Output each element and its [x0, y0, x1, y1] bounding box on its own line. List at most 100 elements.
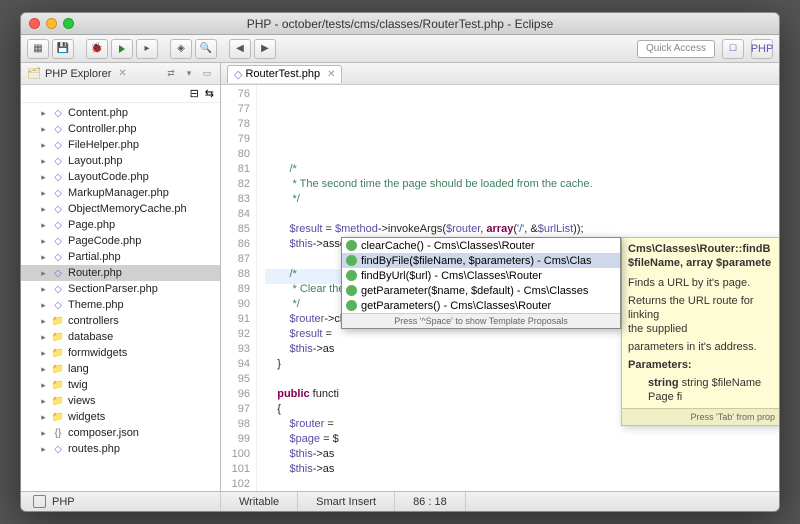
tree-arrow-icon[interactable]: ▸ — [39, 444, 48, 455]
quick-access-field[interactable]: Quick Access — [637, 40, 715, 58]
collapse-all-icon[interactable]: ⊟ — [190, 87, 199, 100]
tree-arrow-icon[interactable]: ▸ — [39, 396, 48, 407]
code-line[interactable]: $this->as — [265, 447, 779, 462]
tree-arrow-icon[interactable]: ▸ — [39, 300, 48, 311]
completion-item[interactable]: findByFile($fileName, $parameters) - Cms… — [342, 253, 620, 268]
tree-item-label: composer.json — [68, 427, 139, 439]
tree-arrow-icon[interactable]: ▸ — [39, 204, 48, 215]
completion-item[interactable]: findByUrl($url) - Cms\Classes\Router — [342, 268, 620, 283]
code-line[interactable]: $this->as — [265, 462, 779, 477]
php-explorer-view: 🗂 PHP Explorer ✕ ⇄ ▾ ▭ ⊟ ⇆ ▸◇Content.php… — [21, 63, 221, 491]
new-button[interactable]: ▦ — [27, 39, 49, 59]
tree-arrow-icon[interactable]: ▸ — [39, 284, 48, 295]
tree-arrow-icon[interactable]: ▸ — [39, 380, 48, 391]
tree-item-twig[interactable]: ▸📁twig — [21, 377, 220, 393]
tree-item-objectmemorycache-ph[interactable]: ▸◇ObjectMemoryCache.ph — [21, 201, 220, 217]
tree-item-theme-php[interactable]: ▸◇Theme.php — [21, 297, 220, 313]
link-editor-icon[interactable]: ⇄ — [164, 67, 178, 81]
php-file-icon: ◇ — [51, 171, 65, 183]
tree-arrow-icon[interactable]: ▸ — [39, 220, 48, 231]
tree-item-content-php[interactable]: ▸◇Content.php — [21, 105, 220, 121]
completion-item[interactable]: getParameters() - Cms\Classes\Router — [342, 298, 620, 313]
php-explorer-tab[interactable]: 🗂 PHP Explorer ✕ ⇄ ▾ ▭ — [21, 63, 220, 85]
code-line[interactable] — [265, 477, 779, 491]
tree-item-database[interactable]: ▸📁database — [21, 329, 220, 345]
folder-icon: 📁 — [51, 363, 65, 375]
titlebar[interactable]: PHP - october/tests/cms/classes/RouterTe… — [21, 13, 779, 35]
tree-arrow-icon[interactable]: ▸ — [39, 316, 48, 327]
tree-item-views[interactable]: ▸📁views — [21, 393, 220, 409]
tree-arrow-icon[interactable]: ▸ — [39, 268, 48, 279]
content-assist-popup[interactable]: clearCache() - Cms\Classes\RouterfindByF… — [341, 237, 621, 329]
code-line[interactable]: */ — [265, 192, 779, 207]
tree-item-formwidgets[interactable]: ▸📁formwidgets — [21, 345, 220, 361]
eclipse-window: PHP - october/tests/cms/classes/RouterTe… — [20, 12, 780, 512]
tree-arrow-icon[interactable]: ▸ — [39, 252, 48, 263]
minimize-icon[interactable] — [46, 18, 57, 29]
close-icon[interactable] — [29, 18, 40, 29]
new-class-button[interactable]: ◈ — [170, 39, 192, 59]
tree-arrow-icon[interactable]: ▸ — [39, 108, 48, 119]
method-icon — [346, 300, 357, 311]
code-line[interactable]: * The second time the page should be loa… — [265, 177, 779, 192]
status-perspective[interactable]: PHP — [21, 492, 221, 511]
editor-tab-routertest[interactable]: ◇ RouterTest.php ✕ — [227, 65, 342, 83]
code-editor[interactable]: 76 77 78 79 80 81 82 83 84 85 86 87 88 8… — [221, 85, 779, 491]
tree-item-label: Controller.php — [68, 123, 137, 135]
nav-back-button[interactable]: ◀ — [229, 39, 251, 59]
php-perspective-button[interactable]: PHP — [751, 39, 773, 59]
code-line[interactable]: $page = $ — [265, 432, 779, 447]
tree-item-label: Page.php — [68, 219, 115, 231]
tree-item-sectionparser-php[interactable]: ▸◇SectionParser.php — [21, 281, 220, 297]
tree-item-markupmanager-php[interactable]: ▸◇MarkupManager.php — [21, 185, 220, 201]
folder-icon: 🗂 — [27, 67, 41, 80]
code-line[interactable] — [265, 207, 779, 222]
zoom-icon[interactable] — [63, 18, 74, 29]
completion-item[interactable]: clearCache() - Cms\Classes\Router — [342, 238, 620, 253]
tree-item-controllers[interactable]: ▸📁controllers — [21, 313, 220, 329]
run-button[interactable] — [111, 39, 133, 59]
save-button[interactable]: 💾 — [52, 39, 74, 59]
tree-item-lang[interactable]: ▸📁lang — [21, 361, 220, 377]
tree-item-routes-php[interactable]: ▸◇routes.php — [21, 441, 220, 457]
debug-button[interactable]: 🐞 — [86, 39, 108, 59]
tree-arrow-icon[interactable]: ▸ — [39, 188, 48, 199]
close-view-icon[interactable]: ✕ — [118, 68, 126, 79]
tree-item-filehelper-php[interactable]: ▸◇FileHelper.php — [21, 137, 220, 153]
close-tab-icon[interactable]: ✕ — [327, 69, 335, 80]
file-tree[interactable]: ▸◇Content.php▸◇Controller.php▸◇FileHelpe… — [21, 103, 220, 491]
tree-arrow-icon[interactable]: ▸ — [39, 332, 48, 343]
tree-arrow-icon[interactable]: ▸ — [39, 428, 48, 439]
tree-item-widgets[interactable]: ▸📁widgets — [21, 409, 220, 425]
tree-item-layout-php[interactable]: ▸◇Layout.php — [21, 153, 220, 169]
php-file-icon: ◇ — [51, 299, 65, 311]
tree-item-partial-php[interactable]: ▸◇Partial.php — [21, 249, 220, 265]
tree-arrow-icon[interactable]: ▸ — [39, 172, 48, 183]
open-perspective-button[interactable]: ☐ — [722, 39, 744, 59]
tree-item-composer-json[interactable]: ▸{}composer.json — [21, 425, 220, 441]
search-button[interactable]: 🔍 — [195, 39, 217, 59]
tree-item-pagecode-php[interactable]: ▸◇PageCode.php — [21, 233, 220, 249]
tree-arrow-icon[interactable]: ▸ — [39, 364, 48, 375]
tree-arrow-icon[interactable]: ▸ — [39, 348, 48, 359]
minimize-view-icon[interactable]: ▭ — [200, 67, 214, 81]
tree-arrow-icon[interactable]: ▸ — [39, 156, 48, 167]
tree-arrow-icon[interactable]: ▸ — [39, 412, 48, 423]
link-with-editor-icon[interactable]: ⇆ — [205, 87, 214, 100]
tree-item-page-php[interactable]: ▸◇Page.php — [21, 217, 220, 233]
tree-item-controller-php[interactable]: ▸◇Controller.php — [21, 121, 220, 137]
external-tools-button[interactable]: ▸ — [136, 39, 158, 59]
tree-arrow-icon[interactable]: ▸ — [39, 140, 48, 151]
view-menu-icon[interactable]: ▾ — [182, 67, 196, 81]
code-line[interactable]: $result = $method->invokeArgs($router, a… — [265, 222, 779, 237]
code-line[interactable]: /* — [265, 162, 779, 177]
traffic-lights — [29, 18, 74, 29]
nav-fwd-button[interactable]: ▶ — [254, 39, 276, 59]
doc-footer: Press 'Tab' from prop — [622, 408, 779, 425]
documentation-popup: Cms\Classes\Router::findB $fileName, arr… — [621, 237, 779, 426]
tree-item-router-php[interactable]: ▸◇Router.php — [21, 265, 220, 281]
completion-item[interactable]: getParameter($name, $default) - Cms\Clas… — [342, 283, 620, 298]
tree-item-layoutcode-php[interactable]: ▸◇LayoutCode.php — [21, 169, 220, 185]
tree-arrow-icon[interactable]: ▸ — [39, 124, 48, 135]
tree-arrow-icon[interactable]: ▸ — [39, 236, 48, 247]
